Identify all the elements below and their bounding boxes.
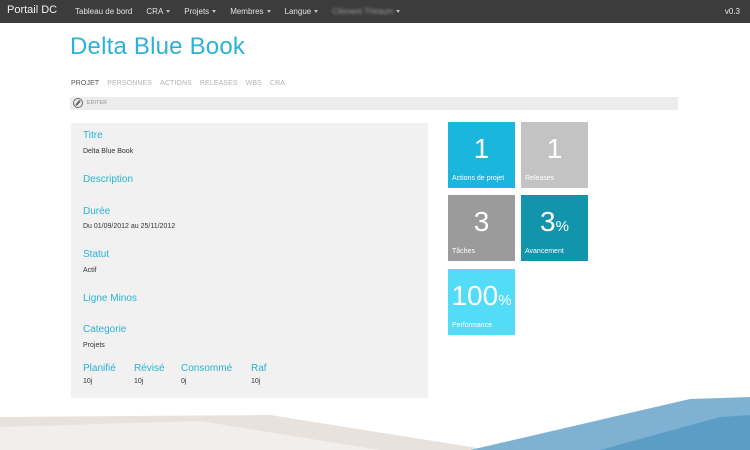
tab-actions[interactable]: ACTIONS [160,80,192,87]
tile-value: 1 [448,133,515,165]
tile-number: 3 [473,206,490,237]
tile-number: 1 [473,133,490,164]
revise-label: Révisé [134,363,165,374]
chevron-down-icon [266,10,271,13]
revise-value: 10j [134,378,144,385]
project-details-panel: Titre Delta Blue Book Description Durée … [71,123,428,398]
chevron-down-icon [314,10,319,13]
raf-value: 10j [251,378,261,385]
titre-value: Delta Blue Book [83,148,134,155]
tab-wbs[interactable]: WBS [246,80,262,87]
footer-decoration [0,397,750,450]
description-label: Description [83,174,134,185]
tile-label: Actions de projet [452,175,505,182]
edit-toolbar: EDITER [70,97,678,110]
project-tabs: PROJET PERSONNES ACTIONS RELEASES WBS CR… [71,80,293,87]
raf-label: Raf [251,363,267,374]
tab-releases[interactable]: RELEASES [200,80,238,87]
nav-tableau-de-bord[interactable]: Tableau de bord [75,7,132,16]
planifie-label: Planifié [83,363,116,374]
tile-number: 100 [451,280,499,311]
tile-value: 100% [448,280,515,312]
categorie-label: Categorie [83,324,127,335]
nav-langue[interactable]: Langue [285,7,319,16]
user-name: Clément Thiraum [332,7,394,16]
nav-label: Langue [284,7,312,16]
tile-label: Releases [525,175,555,182]
chevron-down-icon [166,10,171,13]
nav-label: Projets [184,7,210,16]
consomme-value: 0j [181,378,187,385]
tab-personnes[interactable]: PERSONNES [107,80,152,87]
main-nav: Tableau de bord CRA Projets Membres Lang… [75,7,414,16]
tile-unit: % [555,218,569,235]
nav-projets[interactable]: Projets [184,7,217,16]
categorie-value: Projets [83,342,105,349]
nav-label: Membres [230,7,264,16]
nav-membres[interactable]: Membres [230,7,271,16]
tile-value: 3% [521,206,588,238]
tile-taches[interactable]: 3 Tâches [448,195,515,261]
edit-icon[interactable] [73,98,83,108]
tab-cra[interactable]: CRA [270,80,285,87]
tile-actions-de-projet[interactable]: 1 Actions de projet [448,122,515,188]
tab-projet[interactable]: PROJET [71,80,99,87]
titre-label: Titre [83,130,103,141]
nav-label: Tableau de bord [75,7,133,16]
tile-value: 1 [521,133,588,165]
tile-number: 3 [540,206,556,237]
statut-value: Actif [83,267,97,274]
tile-avancement[interactable]: 3% Avancement [521,195,588,261]
tile-performance[interactable]: 100% Performance [448,269,515,335]
brand-logo[interactable]: Portail DC [7,4,57,16]
statut-label: Statut [83,249,110,260]
nav-cra[interactable]: CRA [146,7,171,16]
chevron-down-icon [396,10,401,13]
duree-value: Du 01/09/2012 au 25/11/2012 [83,223,176,230]
consomme-label: Consommé [181,363,233,374]
ligne-minos-label: Ligne Minos [83,293,137,304]
page-title: Delta Blue Book [70,33,246,60]
tile-number: 1 [546,133,563,164]
planifie-value: 10j [83,378,93,385]
version-label: v0.3 [724,7,740,16]
top-navbar: Portail DC Tableau de bord CRA Projets M… [0,0,750,23]
edit-button[interactable]: EDITER [87,100,107,106]
tile-unit: % [498,292,512,309]
chevron-down-icon [212,10,217,13]
nav-user-menu[interactable]: Clément Thiraum [332,7,401,16]
tile-value: 3 [448,206,515,238]
tile-label: Avancement [525,248,564,255]
nav-label: CRA [146,7,164,16]
tile-label: Tâches [452,248,475,255]
tile-label: Performance [452,322,493,329]
tile-releases[interactable]: 1 Releases [521,122,588,188]
duree-label: Durée [83,206,111,217]
